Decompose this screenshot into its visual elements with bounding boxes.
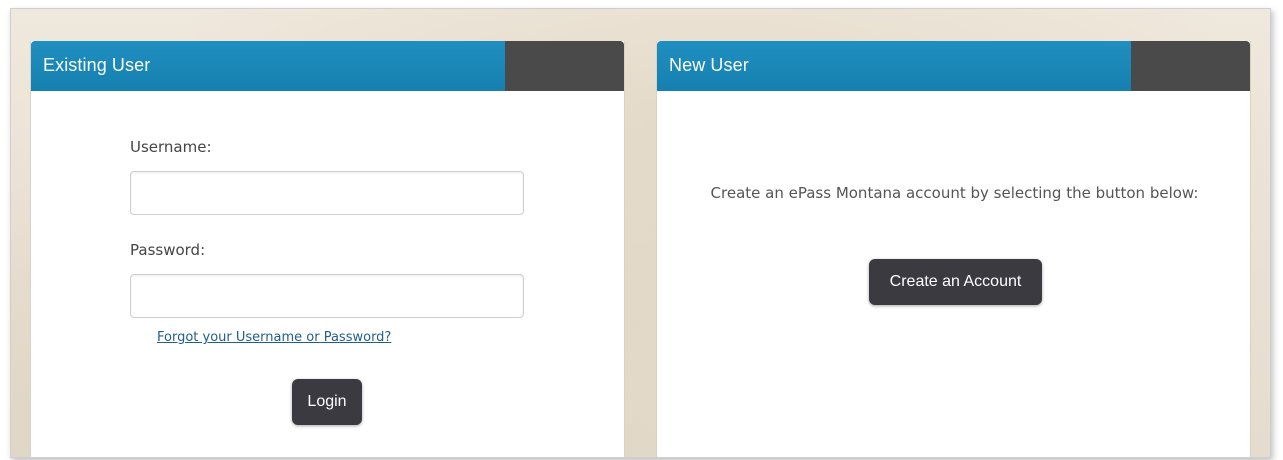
password-input[interactable] (130, 274, 524, 318)
existing-user-title: Existing User (43, 55, 151, 75)
header-dark-tab (1131, 41, 1250, 91)
login-page-frame: Existing User Username: Password: Forgot… (10, 8, 1271, 458)
header-dark-tab (505, 41, 624, 91)
existing-user-header: Existing User (31, 41, 624, 91)
create-account-button[interactable]: Create an Account (869, 259, 1042, 305)
new-user-panel: New User Create an ePass Montana account… (656, 41, 1251, 457)
forgot-credentials-link[interactable]: Forgot your Username or Password? (157, 330, 391, 345)
username-label: Username: (130, 138, 212, 156)
existing-user-panel: Existing User Username: Password: Forgot… (30, 41, 625, 457)
new-user-header: New User (657, 41, 1250, 91)
password-label: Password: (130, 241, 206, 259)
login-button[interactable]: Login (292, 379, 362, 425)
create-account-description: Create an ePass Montana account by selec… (710, 184, 1199, 202)
username-input[interactable] (130, 171, 524, 215)
new-user-title: New User (669, 55, 749, 75)
